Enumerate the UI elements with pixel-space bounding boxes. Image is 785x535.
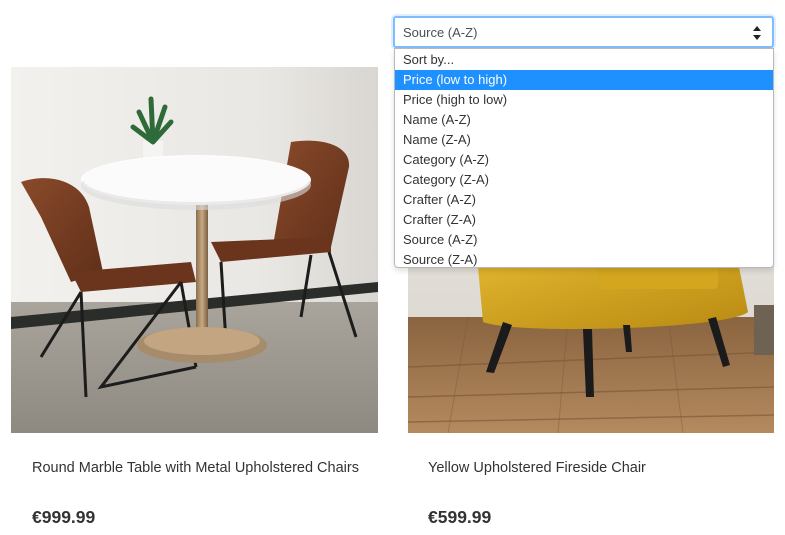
sort-option-price-asc[interactable]: Price (low to high) xyxy=(395,70,773,90)
product-listing-page: Source (A-Z) Sort by... Price (low to hi… xyxy=(0,0,785,535)
product-price: €999.99 xyxy=(32,507,96,527)
sort-option-price-desc[interactable]: Price (high to low) xyxy=(395,90,773,110)
sort-option-crafter-desc[interactable]: Crafter (Z-A) xyxy=(395,210,773,230)
sort-option-source-asc[interactable]: Source (A-Z) xyxy=(395,230,773,250)
product-title[interactable]: Yellow Upholstered Fireside Chair xyxy=(428,456,758,480)
select-arrows-icon xyxy=(753,26,761,40)
product-price: €599.99 xyxy=(428,507,492,527)
sort-option-name-asc[interactable]: Name (A-Z) xyxy=(395,110,773,130)
sort-option-category-desc[interactable]: Category (Z-A) xyxy=(395,170,773,190)
table-chairs-photo xyxy=(11,67,378,433)
sort-option-category-asc[interactable]: Category (A-Z) xyxy=(395,150,773,170)
sort-option-placeholder[interactable]: Sort by... xyxy=(395,50,773,70)
product-title[interactable]: Round Marble Table with Metal Upholstere… xyxy=(32,456,362,480)
sort-option-name-desc[interactable]: Name (Z-A) xyxy=(395,130,773,150)
product-image[interactable] xyxy=(11,67,378,433)
sort-option-source-desc[interactable]: Source (Z-A) xyxy=(395,250,773,270)
sort-select-value: Source (A-Z) xyxy=(403,24,478,40)
sort-option-crafter-asc[interactable]: Crafter (A-Z) xyxy=(395,190,773,210)
sort-options-list: Sort by... Price (low to high) Price (hi… xyxy=(394,48,774,268)
sort-select[interactable]: Source (A-Z) xyxy=(393,16,774,48)
